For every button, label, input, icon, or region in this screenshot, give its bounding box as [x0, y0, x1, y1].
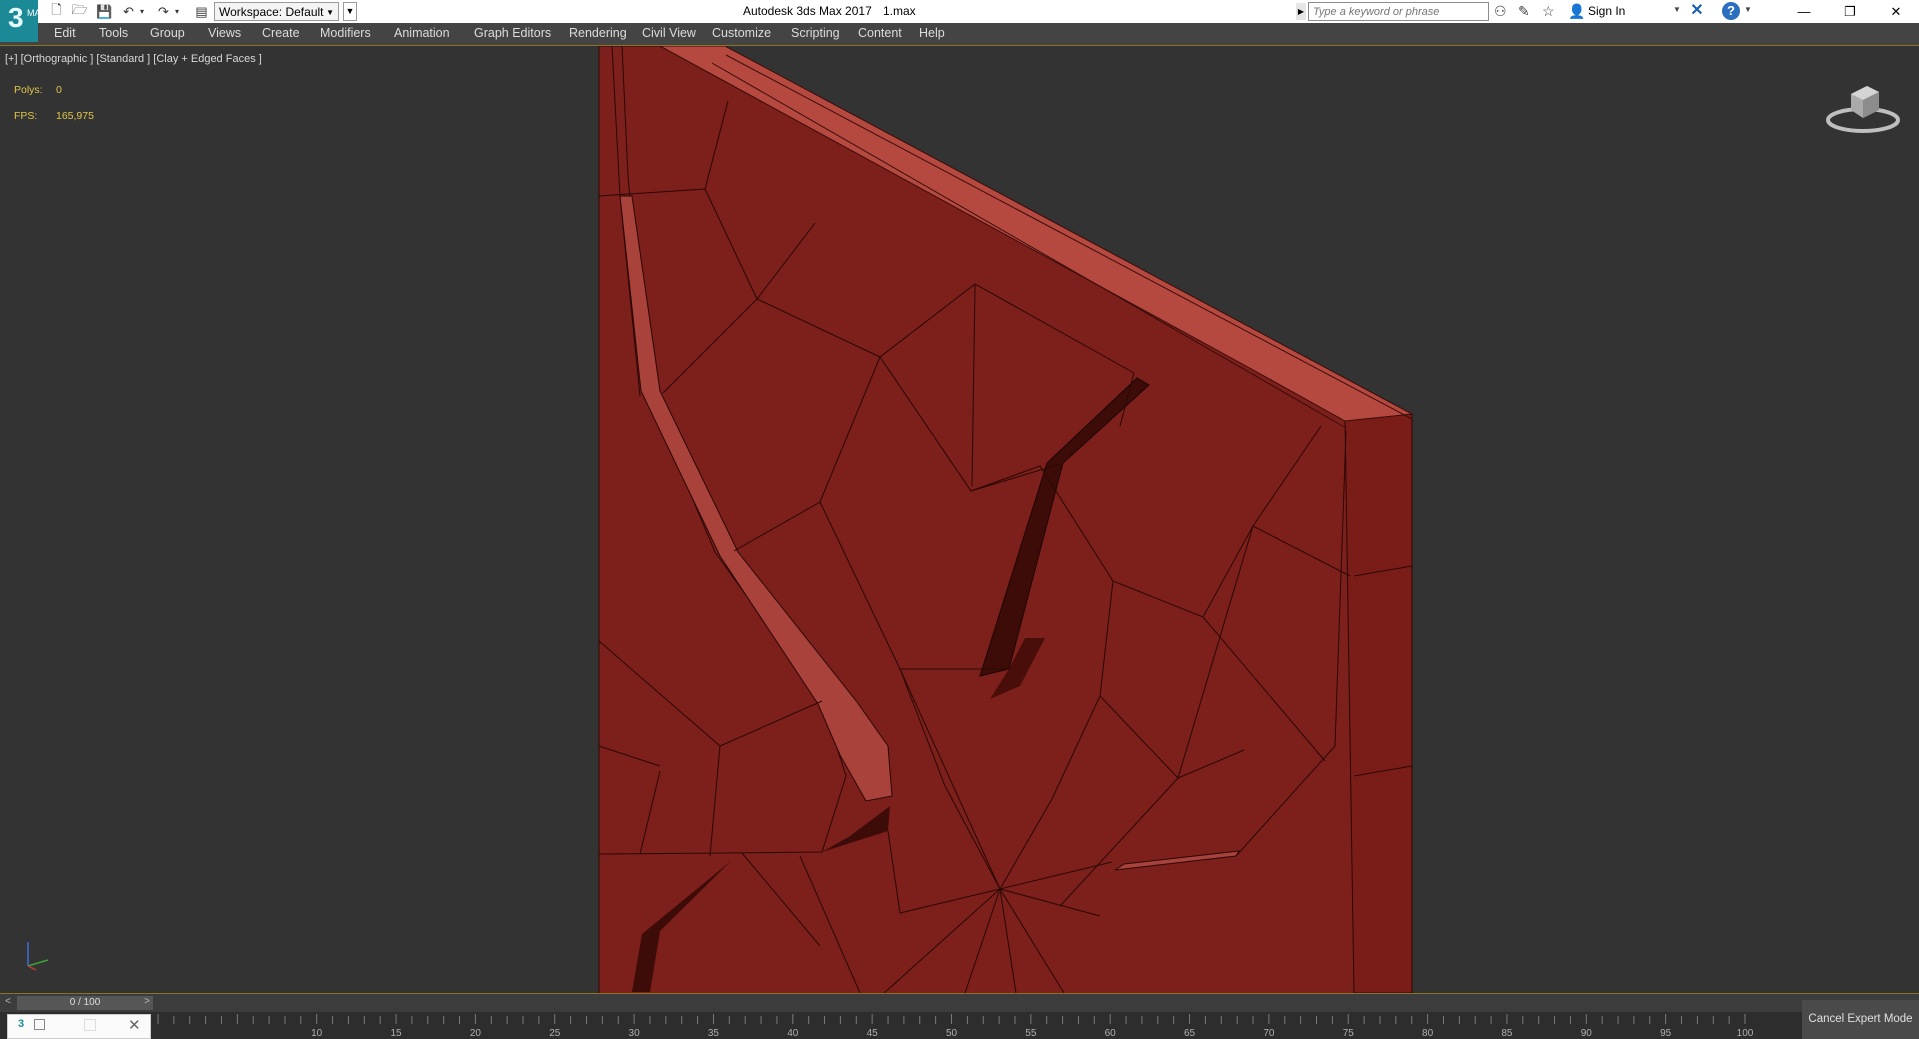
- search-expand-icon[interactable]: ▶: [1296, 3, 1306, 20]
- cancel-expert-mode-button[interactable]: Cancel Expert Mode: [1802, 1000, 1919, 1039]
- menu-tools[interactable]: Tools: [99, 26, 128, 40]
- chevron-down-icon: ▼: [326, 8, 334, 17]
- track-bar-tick-label: 10: [311, 1028, 323, 1039]
- binoculars-icon[interactable]: ⚇: [1494, 3, 1507, 20]
- save-file-icon[interactable]: 💾: [96, 3, 113, 20]
- track-bar-tick-label: 35: [708, 1028, 720, 1039]
- new-file-icon[interactable]: 🗋: [48, 2, 65, 20]
- sign-in-button[interactable]: Sign In: [1588, 4, 1625, 18]
- track-bar-tick-label: 90: [1581, 1028, 1593, 1039]
- file-name: 1.max: [883, 4, 916, 18]
- menu-civil-view[interactable]: Civil View: [642, 26, 696, 40]
- menu-edit[interactable]: Edit: [54, 26, 76, 40]
- track-bar-tick-label: 50: [946, 1028, 958, 1039]
- workspace-more-icon[interactable]: ▼: [343, 2, 357, 21]
- menu-rendering[interactable]: Rendering: [569, 26, 627, 40]
- menu-group[interactable]: Group: [150, 26, 185, 40]
- chevron-down-icon[interactable]: ▼: [1673, 5, 1681, 14]
- minimize-button[interactable]: —: [1781, 0, 1827, 23]
- fps-value: 165,975: [56, 110, 94, 122]
- time-slider[interactable]: < 0 / 100 >: [0, 993, 1919, 1013]
- track-bar-tick-label: 30: [629, 1028, 641, 1039]
- track-bar-tick-label: 20: [470, 1028, 482, 1039]
- menu-customize[interactable]: Customize: [712, 26, 771, 40]
- menu-help[interactable]: Help: [919, 26, 945, 40]
- app-title: Autodesk 3ds Max 2017: [743, 4, 872, 18]
- track-bar-tick-label: 15: [390, 1028, 402, 1039]
- close-button[interactable]: ✕: [1873, 0, 1919, 23]
- subscription-icon[interactable]: ✎: [1518, 3, 1530, 20]
- chevron-down-icon[interactable]: ▼: [1744, 5, 1752, 14]
- fps-label: FPS:: [14, 110, 38, 122]
- track-bar-tick-label: 60: [1105, 1028, 1117, 1039]
- track-bar-tick-label: 100: [1737, 1028, 1754, 1039]
- viewport-label[interactable]: [+] [Orthographic ] [Standard ] [Clay + …: [5, 53, 262, 65]
- app-logo-icon[interactable]: 3 MAX: [0, 0, 47, 42]
- menu-graph-editors[interactable]: Graph Editors: [474, 26, 551, 40]
- viewcube-icon[interactable]: [1823, 76, 1903, 136]
- track-bar-tick-label: 80: [1422, 1028, 1434, 1039]
- door-panel-model: [598, 46, 1414, 993]
- orthographic-viewport[interactable]: [+] [Orthographic ] [Standard ] [Clay + …: [0, 46, 1919, 993]
- time-slider-prev-button[interactable]: <: [2, 996, 14, 1010]
- time-slider-next-button[interactable]: >: [141, 996, 153, 1010]
- search-input[interactable]: [1308, 2, 1489, 21]
- user-icon[interactable]: 👤: [1568, 3, 1585, 20]
- menu-views[interactable]: Views: [208, 26, 241, 40]
- restore-icon[interactable]: [34, 1019, 45, 1030]
- menu-animation[interactable]: Animation: [394, 26, 450, 40]
- workspace-label: Workspace: Default: [219, 5, 324, 19]
- redo-icon[interactable]: ↷: [155, 3, 172, 20]
- restore-button[interactable]: ❐: [1827, 0, 1873, 23]
- menu-create[interactable]: Create: [262, 26, 300, 40]
- track-bar-tick-label: 40: [787, 1028, 799, 1039]
- menu-scripting[interactable]: Scripting: [791, 26, 840, 40]
- help-icon[interactable]: ?: [1722, 2, 1740, 20]
- track-bar-ticks: 10 15 20 25 30 35 40 45 50 55 60 65 70 75 80 85 90 95 100: [157, 1014, 1754, 1039]
- menu-content[interactable]: Content: [858, 26, 902, 40]
- undo-icon[interactable]: ↶: [120, 3, 137, 20]
- axis-gizmo-icon: [27, 942, 49, 971]
- track-bar-tick-label: 55: [1025, 1028, 1037, 1039]
- track-bar-tick-label: 75: [1343, 1028, 1355, 1039]
- title-bar: 3 MAX 🗋 🗁 💾 ↶ ▾ ↷ ▾ ▤ Workspace: Default…: [0, 0, 1919, 42]
- time-slider-thumb[interactable]: 0 / 100: [17, 996, 153, 1010]
- track-bar-tick-label: 45: [867, 1028, 879, 1039]
- undo-dropdown-icon[interactable]: ▾: [137, 3, 147, 20]
- track-bar-tick-label: 65: [1184, 1028, 1196, 1039]
- track-bar-tick-label: 70: [1263, 1028, 1275, 1039]
- open-file-icon[interactable]: 🗁: [71, 2, 88, 20]
- redo-dropdown-icon[interactable]: ▾: [172, 3, 182, 20]
- logo-text: 3: [8, 2, 24, 33]
- favorites-star-icon[interactable]: ☆: [1542, 3, 1555, 20]
- menu-modifiers[interactable]: Modifiers: [320, 26, 371, 40]
- polys-value: 0: [56, 84, 62, 96]
- track-bar-tick-label: 25: [549, 1028, 561, 1039]
- app-logo-icon: 3: [18, 1018, 25, 1030]
- exchange-apps-icon[interactable]: ✕: [1688, 2, 1706, 20]
- project-folder-icon[interactable]: ▤: [193, 3, 210, 20]
- menu-bar: Edit Tools Group Views Create Modifiers …: [0, 23, 1919, 46]
- logo-sub: MAX: [27, 8, 47, 18]
- minimized-window-thumbnail[interactable]: 3 ✕: [7, 1014, 151, 1039]
- close-icon[interactable]: ✕: [128, 1016, 141, 1034]
- polys-label: Polys:: [14, 84, 43, 96]
- track-bar-tick-label: 85: [1501, 1028, 1513, 1039]
- track-bar-tick-label: 95: [1660, 1028, 1672, 1039]
- workspace-dropdown[interactable]: Workspace: Default ▼: [214, 2, 339, 21]
- maximize-icon[interactable]: [84, 1019, 96, 1031]
